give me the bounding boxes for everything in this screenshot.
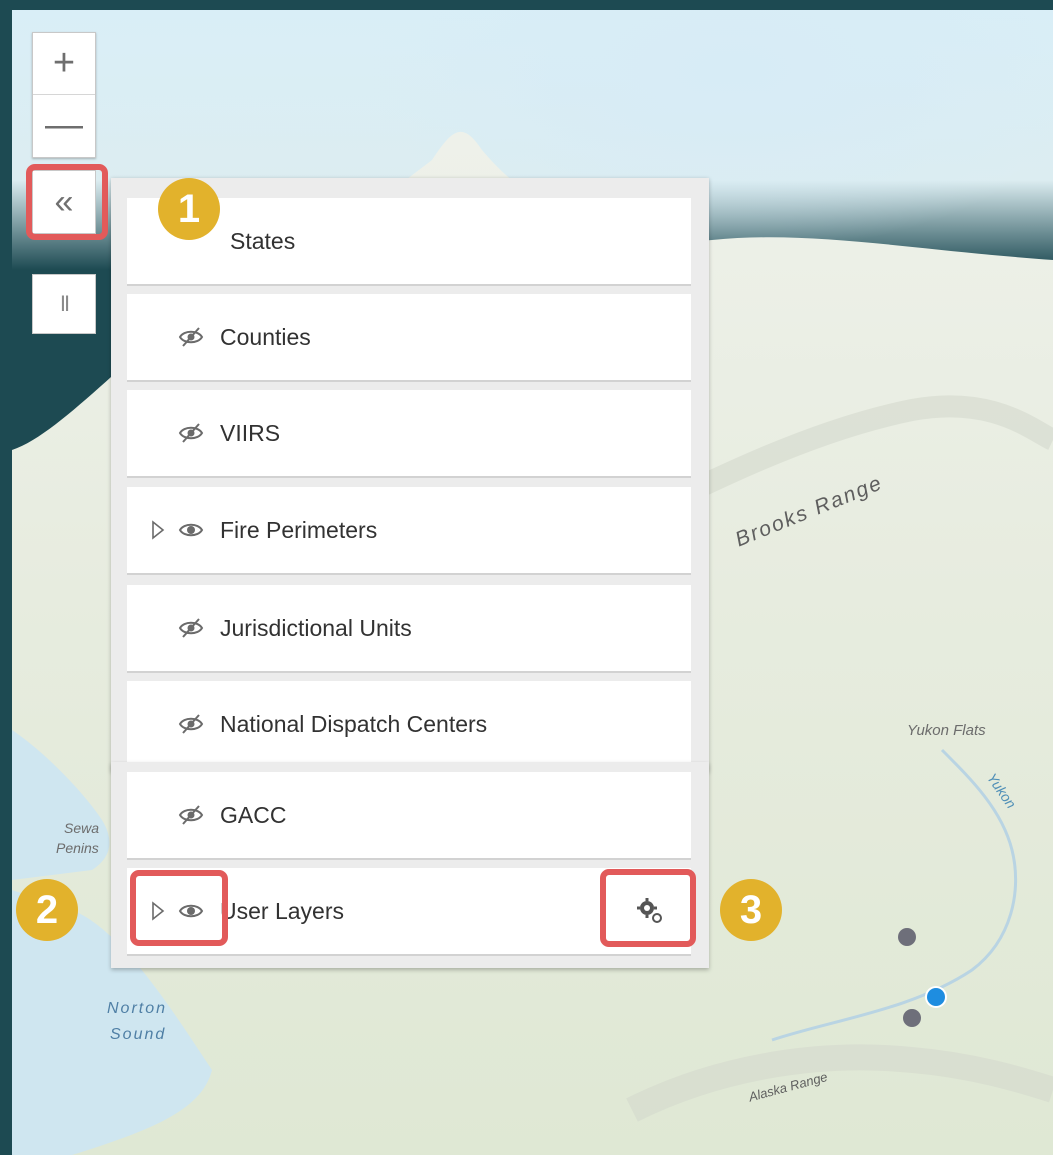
map-label-seward-2: Penins bbox=[56, 840, 99, 856]
pause-icon: II bbox=[59, 291, 70, 316]
eye-hidden-icon[interactable] bbox=[178, 615, 204, 641]
layer-label: User Layers bbox=[220, 897, 344, 924]
eye-icon[interactable] bbox=[178, 517, 204, 543]
layer-label: GACC bbox=[220, 801, 287, 828]
layer-list-panel: States Counties VIIRS Fire Perimeters Ju… bbox=[111, 178, 709, 772]
layer-label: National Dispatch Centers bbox=[220, 710, 488, 737]
caret-right-icon[interactable] bbox=[151, 520, 165, 540]
fire-point-blue[interactable] bbox=[927, 988, 945, 1006]
layer-label: Fire Perimeters bbox=[220, 516, 378, 543]
zoom-out-button[interactable]: — bbox=[33, 94, 95, 156]
layer-label: Counties bbox=[220, 323, 311, 350]
fire-point-gray[interactable] bbox=[903, 1009, 921, 1027]
layer-label: Jurisdictional Units bbox=[220, 614, 412, 641]
map-label-seward-1: Sewa bbox=[64, 820, 100, 836]
layer-settings-button[interactable] bbox=[631, 892, 669, 930]
layer-list-panel-bottom: GACC User Layers bbox=[111, 762, 709, 968]
zoom-control: + — bbox=[32, 32, 96, 158]
map-label-norton-2: Sound bbox=[110, 1026, 167, 1043]
eye-hidden-icon[interactable] bbox=[178, 324, 204, 350]
eye-hidden-icon[interactable] bbox=[178, 711, 204, 737]
layer-item-national-dispatch-centers[interactable]: National Dispatch Centers bbox=[127, 681, 691, 769]
layer-item-jurisdictional-units[interactable]: Jurisdictional Units bbox=[127, 585, 691, 673]
map-label-yukon-flats: Yukon Flats bbox=[907, 722, 986, 739]
layer-item-viirs[interactable]: VIIRS bbox=[127, 390, 691, 478]
layer-item-user-layers[interactable]: User Layers bbox=[127, 868, 691, 956]
pause-button[interactable]: II bbox=[32, 274, 96, 334]
zoom-in-button[interactable]: + bbox=[33, 33, 95, 94]
map-frame[interactable]: Brooks Range Yukon Flats Yukon Sewa Peni… bbox=[12, 10, 1053, 1155]
caret-right-icon[interactable] bbox=[151, 901, 165, 921]
eye-hidden-icon[interactable] bbox=[178, 802, 204, 828]
callout-badge-1: 1 bbox=[158, 178, 220, 240]
gear-icon bbox=[637, 898, 662, 923]
double-chevron-left-icon: « bbox=[54, 182, 74, 221]
eye-icon[interactable] bbox=[178, 898, 204, 924]
layer-label: States bbox=[230, 227, 296, 254]
layer-item-gacc[interactable]: GACC bbox=[127, 772, 691, 860]
eye-hidden-icon[interactable] bbox=[178, 420, 204, 446]
map-label-norton-1: Norton bbox=[107, 1000, 168, 1017]
callout-badge-3: 3 bbox=[720, 879, 782, 941]
layer-label: VIIRS bbox=[220, 419, 281, 446]
layer-item-fire-perimeters[interactable]: Fire Perimeters bbox=[127, 487, 691, 575]
callout-badge-2: 2 bbox=[16, 879, 78, 941]
fire-point-gray[interactable] bbox=[898, 928, 916, 946]
layer-item-counties[interactable]: Counties bbox=[127, 294, 691, 382]
collapse-layer-list-button[interactable]: « bbox=[32, 170, 96, 234]
